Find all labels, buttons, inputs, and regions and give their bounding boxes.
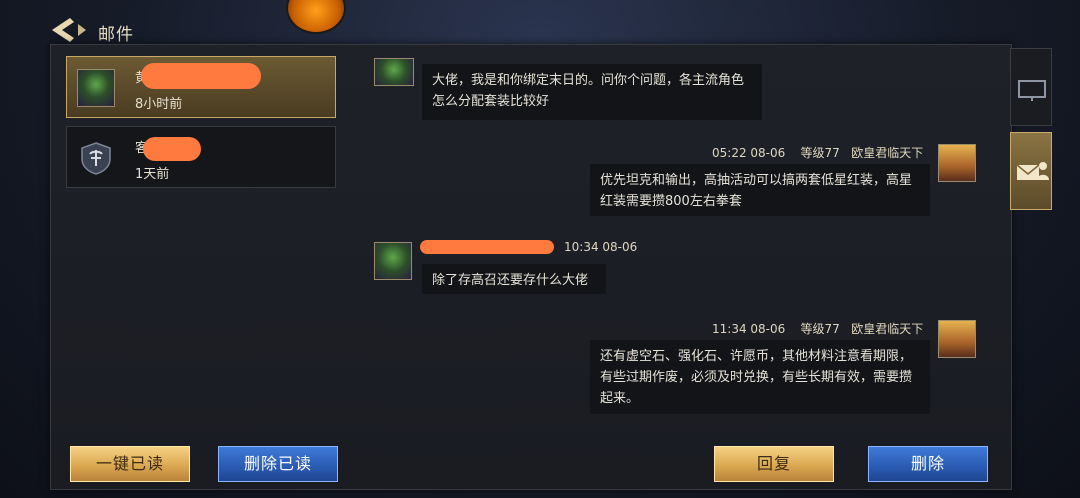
avatar — [77, 69, 115, 107]
shield-icon — [81, 142, 111, 175]
message-time: 11:34 08-06 — [712, 322, 786, 336]
back-arrow-icon[interactable] — [48, 14, 88, 46]
message-time: 10:34 08-06 — [564, 240, 638, 254]
character-face-icon — [286, 0, 346, 34]
tab-system-mail[interactable] — [1010, 48, 1052, 126]
mail-item-1[interactable]: 黄 8小时前 — [66, 56, 336, 118]
mail-person-icon — [1016, 162, 1049, 180]
message-bubble: 大佬，我是和你绑定末日的。问你个问题，各主流角色怎么分配套装比较好 — [422, 64, 762, 120]
page-title: 邮件 — [98, 25, 134, 45]
redaction-mark — [420, 240, 554, 254]
sender-level: 等级77 — [800, 322, 840, 336]
sender-name: 欧皇君临天下 — [851, 146, 924, 160]
screen-icon — [1018, 80, 1046, 101]
tab-player-mail[interactable] — [1010, 132, 1052, 210]
redaction-mark — [141, 63, 261, 89]
message-bubble: 还有虚空石、强化石、许愿币，其他材料注意看期限，有些过期作废，必须及时兑换，有些… — [590, 340, 930, 414]
message-bubble: 除了存高召还要存什么大佬 — [422, 264, 606, 294]
top-bar: 邮件 — [0, 0, 1080, 46]
message-time: 05:22 08-06 — [712, 146, 786, 160]
message-bubble: 优先坦克和输出，高抽活动可以搞两套低星红装，高星红装需要攒800左右拳套 — [590, 164, 930, 216]
redaction-mark — [143, 137, 201, 161]
mail-item-2[interactable]: 客 1天前 — [66, 126, 336, 188]
sender-level: 等级77 — [800, 146, 840, 160]
avatar — [938, 320, 976, 358]
avatar — [374, 58, 414, 86]
delete-read-button[interactable]: 删除已读 — [218, 446, 338, 482]
read-all-button[interactable]: 一键已读 — [70, 446, 190, 482]
message-meta: 11:34 08-06 等级77 欧皇君临天下 — [712, 320, 923, 337]
reply-button[interactable]: 回复 — [714, 446, 834, 482]
sender-name: 欧皇君临天下 — [851, 322, 924, 336]
mail-time: 1天前 — [135, 167, 170, 182]
mail-time: 8小时前 — [135, 97, 183, 112]
delete-button[interactable]: 删除 — [868, 446, 988, 482]
avatar — [374, 242, 412, 280]
avatar — [938, 144, 976, 182]
message-meta: 05:22 08-06 等级77 欧皇君临天下 — [712, 144, 923, 161]
